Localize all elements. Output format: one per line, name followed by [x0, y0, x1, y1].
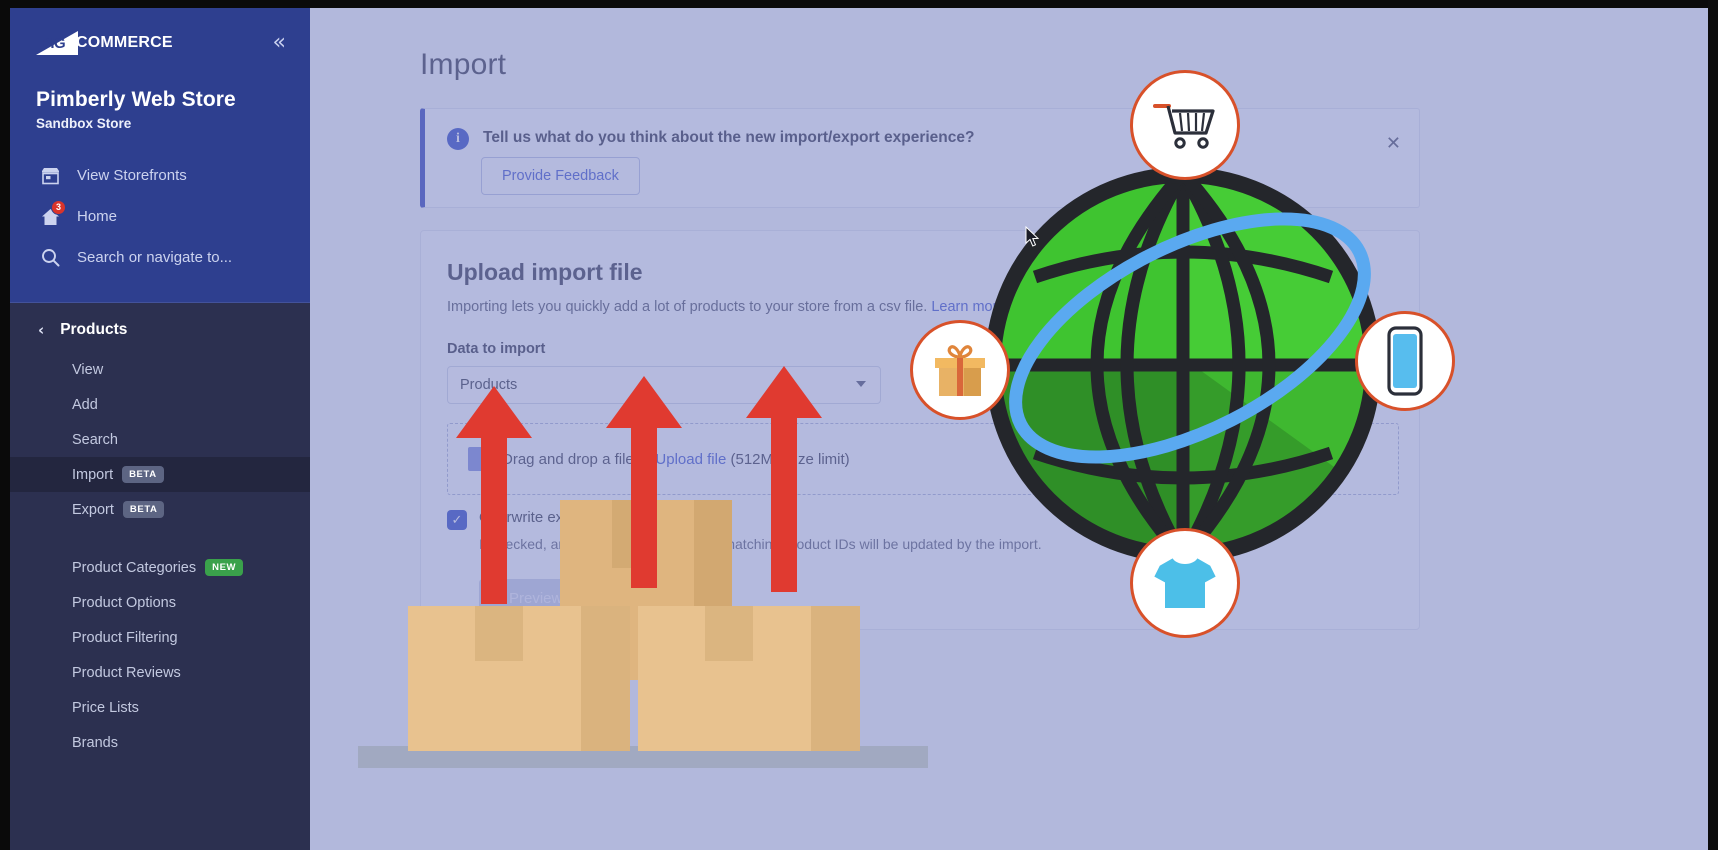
- sidebar-item-product-filtering[interactable]: Product Filtering: [10, 620, 310, 655]
- sidebar-item-label: Import: [72, 466, 114, 483]
- overwrite-checkbox[interactable]: ✓: [447, 510, 467, 530]
- upload-file-link[interactable]: Upload file: [655, 451, 726, 468]
- provide-feedback-button[interactable]: Provide Feedback: [481, 157, 640, 195]
- sidebar-item-product-reviews[interactable]: Product Reviews: [10, 655, 310, 690]
- sidebar-item-label: View Storefronts: [77, 167, 187, 184]
- chevron-left-icon: ‹: [38, 320, 45, 339]
- close-icon[interactable]: ✕: [1386, 135, 1401, 153]
- dropzone-text-after: (512MB size limit): [726, 450, 850, 468]
- sidebar-item-label: Product Options: [72, 594, 176, 611]
- collapse-sidebar-icon[interactable]: «: [273, 32, 286, 54]
- mouse-cursor: [1025, 225, 1041, 253]
- sidebar: BIG COMMERCE « Pimberly Web Store Sandbo…: [10, 8, 310, 850]
- sidebar-products-nav: ‹ Products View Add Search Import BETA E…: [10, 303, 310, 850]
- sidebar-item-import[interactable]: Import BETA: [10, 457, 310, 492]
- beta-badge: BETA: [122, 466, 164, 483]
- window-frame-top: [0, 0, 1718, 8]
- store-subtitle: Sandbox Store: [36, 116, 132, 131]
- home-icon: 3: [38, 199, 66, 226]
- window-frame-left: [0, 0, 10, 850]
- card-description: Importing lets you quickly add a lot of …: [447, 299, 1006, 315]
- sidebar-item-label: Product Reviews: [72, 664, 181, 681]
- sidebar-item-add[interactable]: Add: [10, 387, 310, 422]
- main-content: Import i Tell us what do you think about…: [310, 8, 1708, 850]
- data-to-import-select[interactable]: Products: [447, 366, 881, 404]
- search-icon: [38, 248, 62, 267]
- feedback-banner: i Tell us what do you think about the ne…: [420, 108, 1420, 208]
- sidebar-item-label: Product Filtering: [72, 629, 178, 646]
- sidebar-item-home[interactable]: 3 Home: [10, 196, 310, 237]
- window-frame-right: [1708, 0, 1718, 850]
- sidebar-search-field[interactable]: Search or navigate to...: [10, 237, 310, 278]
- preview-button[interactable]: Preview: [479, 579, 593, 618]
- file-icon: [468, 447, 488, 471]
- sidebar-search-placeholder: Search or navigate to...: [77, 249, 233, 266]
- store-name: Pimberly Web Store: [36, 88, 236, 111]
- sidebar-section-label: Products: [60, 320, 128, 338]
- sidebar-item-label: View: [72, 361, 104, 378]
- sidebar-item-price-lists[interactable]: Price Lists: [10, 690, 310, 725]
- sidebar-item-product-categories[interactable]: Product Categories NEW: [10, 550, 310, 585]
- logo-big-text: BIG: [40, 35, 66, 52]
- home-notification-badge: 3: [51, 199, 66, 215]
- sidebar-item-brands[interactable]: Brands: [10, 725, 310, 760]
- page-title: Import: [420, 48, 507, 81]
- dropzone-text-before: Drag and drop a file or: [502, 450, 656, 468]
- overwrite-checkbox-row: ✓ Overwrite existing products: [447, 509, 660, 530]
- floor-shadow: [358, 746, 928, 768]
- sidebar-item-label: Search: [72, 431, 118, 448]
- sidebar-item-view-storefronts[interactable]: View Storefronts: [10, 155, 310, 196]
- banner-message: Tell us what do you think about the new …: [483, 129, 975, 146]
- sidebar-item-export[interactable]: Export BETA: [10, 492, 310, 527]
- info-icon: i: [447, 128, 469, 150]
- file-dropzone[interactable]: Drag and drop a file or Upload file (512…: [447, 423, 1399, 495]
- new-badge: NEW: [205, 559, 244, 576]
- sidebar-item-label: Add: [72, 396, 98, 413]
- learn-more-link[interactable]: Learn more: [931, 299, 1005, 315]
- sidebar-item-label: Home: [77, 208, 118, 225]
- sidebar-item-product-options[interactable]: Product Options: [10, 585, 310, 620]
- overwrite-checkbox-description: If checked, any products in the file wit…: [479, 536, 1042, 552]
- select-value: Products: [460, 377, 518, 393]
- sidebar-logo-row: BIG COMMERCE «: [10, 8, 310, 56]
- sidebar-item-label: Export: [72, 501, 114, 518]
- sidebar-brand-block: BIG COMMERCE « Pimberly Web Store Sandbo…: [10, 8, 310, 303]
- beta-badge: BETA: [122, 501, 165, 518]
- sidebar-item-label: Price Lists: [72, 699, 139, 716]
- sidebar-top-links: View Storefronts 3 Home Search or naviga…: [10, 131, 310, 278]
- sidebar-item-search[interactable]: Search: [10, 422, 310, 457]
- logo-triangle-icon: BIG: [36, 31, 78, 55]
- logo-commerce-text: COMMERCE: [76, 34, 173, 51]
- storefront-icon: [38, 167, 62, 185]
- dropzone-text: Drag and drop a file or Upload file (512…: [502, 451, 850, 468]
- card-title: Upload import file: [447, 259, 643, 285]
- sidebar-item-label: Brands: [72, 734, 118, 751]
- screen-root: BIG COMMERCE « Pimberly Web Store Sandbo…: [0, 0, 1718, 850]
- sidebar-section-products[interactable]: ‹ Products: [10, 307, 310, 352]
- upload-import-file-card: Upload import file Importing lets you qu…: [420, 230, 1420, 630]
- chevron-down-icon: [856, 381, 866, 387]
- overwrite-checkbox-label: Overwrite existing products: [479, 509, 660, 526]
- sidebar-item-view[interactable]: View: [10, 352, 310, 387]
- bigcommerce-logo[interactable]: BIG COMMERCE: [36, 30, 173, 56]
- sidebar-item-label: Product Categories: [72, 559, 197, 576]
- card-description-text: Importing lets you quickly add a lot of …: [447, 299, 928, 315]
- data-to-import-label: Data to import: [447, 341, 546, 357]
